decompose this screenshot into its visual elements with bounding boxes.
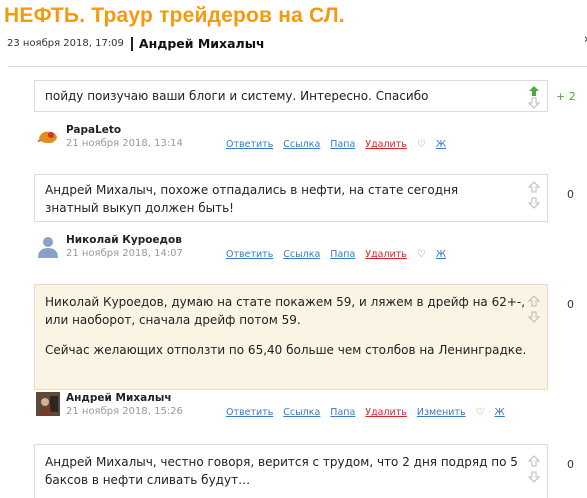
comment-text: Андрей Михалыч, похоже отпадались в нефт…: [45, 183, 459, 215]
comment-paragraph: Николай Куроедов, думаю на стате покажем…: [45, 295, 526, 327]
comment-box: Андрей Михалыч, похоже отпадались в нефт…: [34, 174, 548, 222]
avatar[interactable]: [36, 392, 60, 416]
downvote-arrow-icon[interactable]: [528, 471, 540, 483]
comment-date: 21 ноября 2018, 13:14: [66, 138, 183, 149]
upvote-arrow-icon[interactable]: [528, 295, 540, 307]
downvote-arrow-icon[interactable]: [528, 311, 540, 323]
upvote-arrow-icon[interactable]: [528, 181, 540, 193]
comment-box: Андрей Михалыч, честно говоря, верится с…: [34, 444, 548, 498]
comment-author[interactable]: PapaLeto: [66, 124, 121, 136]
vote-controls: [528, 295, 540, 323]
comment-box: Николай Куроедов, думаю на стате покажем…: [34, 284, 548, 390]
downvote-arrow-icon[interactable]: [528, 97, 540, 109]
avatar[interactable]: [36, 124, 60, 148]
comment-score: 0: [567, 298, 574, 311]
avatar[interactable]: [36, 234, 60, 258]
bold-link[interactable]: Ж: [495, 407, 505, 418]
downvote-arrow-icon[interactable]: [528, 197, 540, 209]
parent-link[interactable]: Папа: [330, 249, 355, 260]
heart-icon[interactable]: ♡: [476, 407, 485, 418]
comment-author[interactable]: Андрей Михалыч: [66, 392, 172, 404]
heart-icon[interactable]: ♡: [417, 139, 426, 150]
comment-score: 0: [567, 188, 574, 201]
comment-actions: Ответить Ссылка Папа Удалить Изменить ♡ …: [226, 407, 515, 418]
post-date: 23 ноября 2018, 17:09: [7, 38, 124, 49]
upvote-arrow-icon[interactable]: [528, 455, 540, 467]
comment-score: 0: [567, 458, 574, 471]
comment-author[interactable]: Николай Куроедов: [66, 234, 182, 246]
reply-link[interactable]: Ответить: [226, 249, 273, 260]
comment-text: пойду поизучаю ваши блоги и систему. Инт…: [45, 89, 429, 103]
comment-date: 21 ноября 2018, 15:26: [66, 406, 183, 417]
reply-link[interactable]: Ответить: [226, 407, 273, 418]
reply-link[interactable]: Ответить: [226, 139, 273, 150]
comment-actions: Ответить Ссылка Папа Удалить ♡ Ж: [226, 139, 456, 150]
vote-controls: [528, 455, 540, 483]
delete-link[interactable]: Удалить: [365, 249, 407, 260]
bold-link[interactable]: Ж: [436, 249, 446, 260]
comment-text: Андрей Михалыч, честно говоря, верится с…: [45, 455, 518, 487]
parent-link[interactable]: Папа: [330, 139, 355, 150]
comment-box: пойду поизучаю ваши блоги и систему. Инт…: [34, 80, 548, 112]
comment-paragraph: Сейчас желающих отползти по 65,40 больше…: [45, 343, 527, 357]
meta-divider: [130, 36, 133, 51]
post-author[interactable]: Андрей Михалыч: [139, 36, 265, 51]
comment-score: + 2: [556, 90, 576, 103]
parent-link[interactable]: Папа: [330, 407, 355, 418]
permalink-link[interactable]: Ссылка: [283, 139, 320, 150]
permalink-link[interactable]: Ссылка: [283, 407, 320, 418]
heart-icon[interactable]: ♡: [417, 249, 426, 260]
edit-link[interactable]: Изменить: [417, 407, 466, 418]
delete-link[interactable]: Удалить: [365, 407, 407, 418]
divider: [8, 66, 587, 67]
upvote-arrow-icon[interactable]: [528, 85, 540, 97]
delete-link[interactable]: Удалить: [365, 139, 407, 150]
vote-controls: [528, 85, 540, 109]
bold-link[interactable]: Ж: [436, 139, 446, 150]
permalink-link[interactable]: Ссылка: [283, 249, 320, 260]
post-title[interactable]: НЕФТЬ. Траур трейдеров на СЛ.: [4, 4, 345, 28]
comment-actions: Ответить Ссылка Папа Удалить ♡ Ж: [226, 249, 456, 260]
comment-date: 21 ноября 2018, 14:07: [66, 248, 183, 259]
vote-controls: [528, 181, 540, 209]
comment-text: Николай Куроедов, думаю на стате покажем…: [45, 293, 530, 359]
post-meta: 23 ноября 2018, 17:09 Андрей Михалыч: [7, 36, 265, 51]
